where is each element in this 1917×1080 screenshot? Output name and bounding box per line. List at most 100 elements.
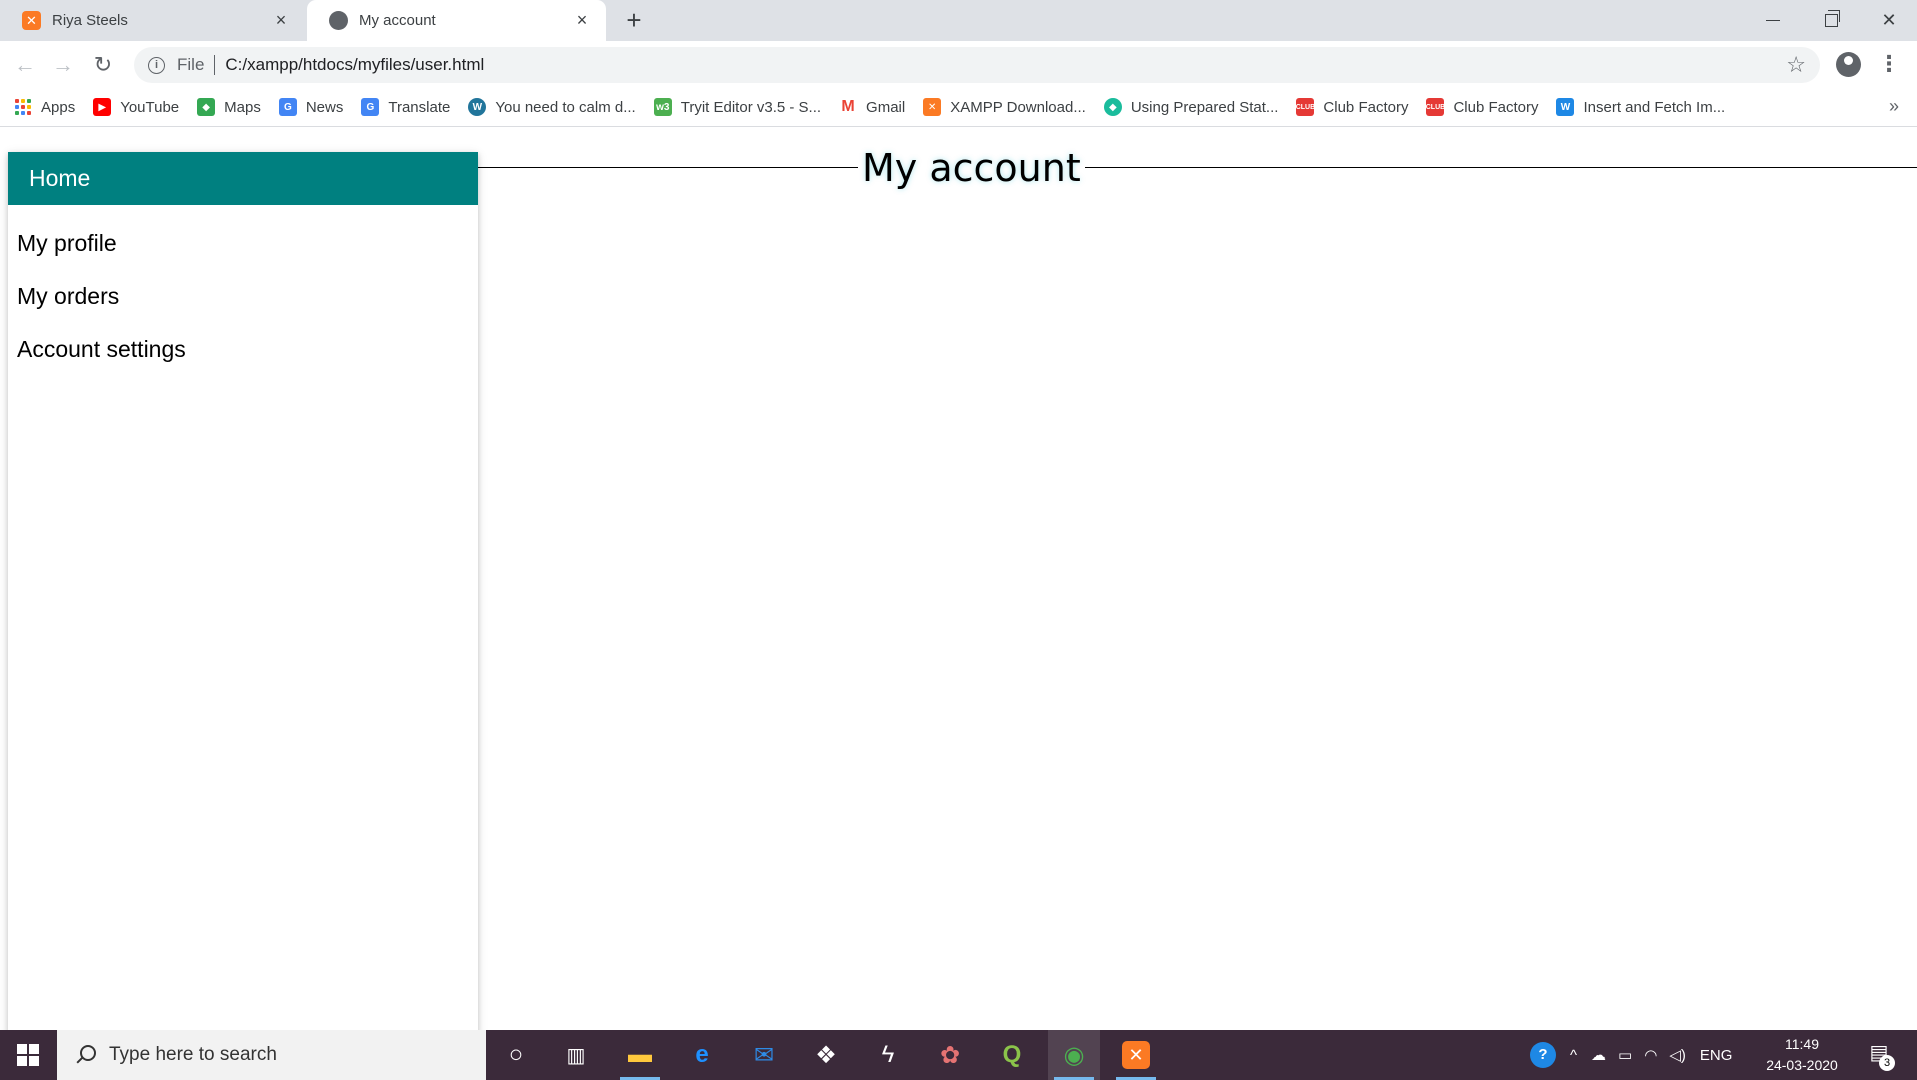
mail-icon: ✉ [753, 1041, 775, 1069]
window-close-button[interactable]: ✕ [1861, 0, 1917, 41]
tab-title: Riya Steels [52, 12, 128, 29]
profile-icon[interactable] [1836, 52, 1861, 77]
news-icon: G [278, 98, 297, 116]
dropbox-button[interactable]: ❖ [800, 1030, 852, 1080]
qgis-button[interactable]: Q [986, 1030, 1038, 1080]
sublime-icon: ϟ [881, 1041, 895, 1068]
w-icon: W [1556, 98, 1575, 116]
bookmark-xampp[interactable]: ✕ XAMPP Download... [923, 98, 1086, 116]
clock-time: 11:49 [1785, 1036, 1819, 1052]
bookmark-label: Gmail [866, 98, 906, 116]
bookmark-label: You need to calm d... [495, 98, 636, 116]
bookmark-insert-fetch[interactable]: W Insert and Fetch Im... [1556, 98, 1725, 116]
sidebar-item-my-orders[interactable]: My orders [17, 283, 119, 310]
url-scheme: File [177, 55, 205, 74]
bookmark-club-factory-2[interactable]: CLUB Club Factory [1426, 98, 1538, 116]
minimize-icon [1766, 20, 1780, 21]
bookmark-maps[interactable]: ◆ Maps [197, 98, 261, 116]
cloud-icon[interactable]: ☁ [1591, 1046, 1606, 1064]
bookmark-label: XAMPP Download... [950, 98, 1086, 116]
gmail-icon: M [839, 98, 858, 116]
taskbar-search[interactable]: Type here to search [57, 1030, 486, 1080]
sidebar-item-home[interactable]: Home [8, 152, 478, 205]
address-bar[interactable]: i File C:/xampp/htdocs/myfiles/user.html… [134, 47, 1820, 83]
bookmark-label: Apps [41, 98, 76, 116]
minimize-button[interactable] [1745, 0, 1801, 41]
cortana-button[interactable]: ○ [490, 1030, 542, 1080]
bookmark-label: Using Prepared Stat... [1130, 98, 1279, 116]
arrow-right-icon: → [52, 52, 74, 77]
restore-button[interactable] [1803, 0, 1859, 41]
bookmark-youtube[interactable]: ▶ YouTube [93, 98, 179, 116]
reload-button[interactable]: ↻ [86, 48, 120, 82]
search-icon [75, 1045, 96, 1065]
bookmark-label: YouTube [120, 98, 180, 116]
maps-icon: ◆ [197, 98, 216, 116]
xampp-button[interactable]: ✕ [1110, 1030, 1162, 1080]
forward-button[interactable]: → [46, 48, 80, 82]
bookmark-prepared-statements[interactable]: ◆ Using Prepared Stat... [1103, 98, 1279, 116]
bookmark-label: Insert and Fetch Im... [1583, 98, 1726, 116]
tab-close-icon[interactable]: × [271, 10, 291, 31]
battery-icon[interactable]: ▭ [1618, 1046, 1632, 1064]
language-indicator[interactable]: ENG [1700, 1047, 1733, 1064]
wifi-icon[interactable]: ◠ [1644, 1046, 1657, 1064]
club-factory-icon: CLUB [1426, 98, 1445, 116]
kebab-menu-icon[interactable]: ⋮ [1878, 50, 1900, 78]
bookmark-label: News [305, 98, 344, 116]
more-bookmarks-button[interactable]: » [1889, 96, 1899, 117]
sidebar-item-account-settings[interactable]: Account settings [17, 336, 186, 363]
tab-my-account[interactable]: My account × [307, 0, 606, 41]
page-title: My account [858, 146, 1085, 190]
task-view-button[interactable]: ▥ [550, 1030, 602, 1080]
paint-icon: ✿ [939, 1041, 961, 1069]
bookmark-tryit-editor[interactable]: w3 Tryit Editor v3.5 - S... [653, 98, 822, 116]
action-center-button[interactable]: ▤ 3 [1865, 1040, 1895, 1071]
bookmark-label: Translate [388, 98, 451, 116]
heading-rule [478, 167, 1917, 168]
folder-icon: ▬ [628, 1041, 652, 1068]
sidebar: Home My profile My orders Account settin… [8, 152, 478, 1037]
sidebar-item-my-profile[interactable]: My profile [17, 230, 117, 257]
bookmark-translate[interactable]: G Translate [361, 98, 450, 116]
start-button[interactable] [0, 1030, 56, 1080]
browser-toolbar: ← → ↻ i File C:/xampp/htdocs/myfiles/use… [0, 41, 1917, 88]
mail-button[interactable]: ✉ [738, 1030, 790, 1080]
task-view-icon: ▥ [566, 1044, 586, 1067]
youtube-icon: ▶ [93, 98, 112, 116]
edge-icon: e [695, 1041, 709, 1068]
volume-icon[interactable]: ◁) [1669, 1046, 1686, 1064]
qgis-icon: Q [1002, 1041, 1022, 1068]
bookmark-news[interactable]: G News [278, 98, 344, 116]
info-icon[interactable]: i [148, 56, 165, 74]
chevron-up-icon[interactable]: ^ [1570, 1047, 1577, 1064]
close-icon: ✕ [1881, 10, 1897, 30]
arrow-left-icon: ← [14, 52, 36, 77]
bookmark-club-factory-1[interactable]: CLUB Club Factory [1296, 98, 1408, 116]
bookmark-label: Club Factory [1453, 98, 1539, 116]
bookmark-gmail[interactable]: M Gmail [839, 98, 905, 116]
paint-button[interactable]: ✿ [924, 1030, 976, 1080]
bookmark-label: Tryit Editor v3.5 - S... [680, 98, 822, 116]
cortana-icon: ○ [508, 1041, 524, 1068]
help-icon[interactable]: ? [1530, 1042, 1556, 1068]
tab-riya-steels[interactable]: ✕ Riya Steels × [0, 0, 305, 41]
apps-grid-icon [14, 98, 32, 116]
back-button[interactable]: ← [8, 48, 42, 82]
hexagon-icon: ◆ [1103, 98, 1122, 116]
file-explorer-button[interactable]: ▬ [614, 1030, 666, 1080]
sublime-button[interactable]: ϟ [862, 1030, 914, 1080]
new-tab-button[interactable]: + [620, 6, 648, 34]
bookmark-label: Club Factory [1323, 98, 1409, 116]
tab-close-icon[interactable]: × [572, 10, 592, 31]
screen: ✕ Riya Steels × My account × + ✕ ← → ↻ i… [0, 0, 1917, 1080]
clock[interactable]: 11:49 24-03-2020 [1757, 1034, 1847, 1078]
chrome-button[interactable]: ◉ [1048, 1030, 1100, 1080]
edge-button[interactable]: e [676, 1030, 728, 1080]
bookmark-star-icon[interactable]: ☆ [1786, 52, 1806, 78]
bookmark-wordpress[interactable]: W You need to calm d... [468, 98, 636, 116]
w3schools-icon: w3 [653, 98, 672, 116]
chrome-icon: ◉ [1063, 1041, 1085, 1069]
bookmark-apps[interactable]: Apps [14, 98, 75, 116]
url-text[interactable]: C:/xampp/htdocs/myfiles/user.html [225, 55, 484, 75]
